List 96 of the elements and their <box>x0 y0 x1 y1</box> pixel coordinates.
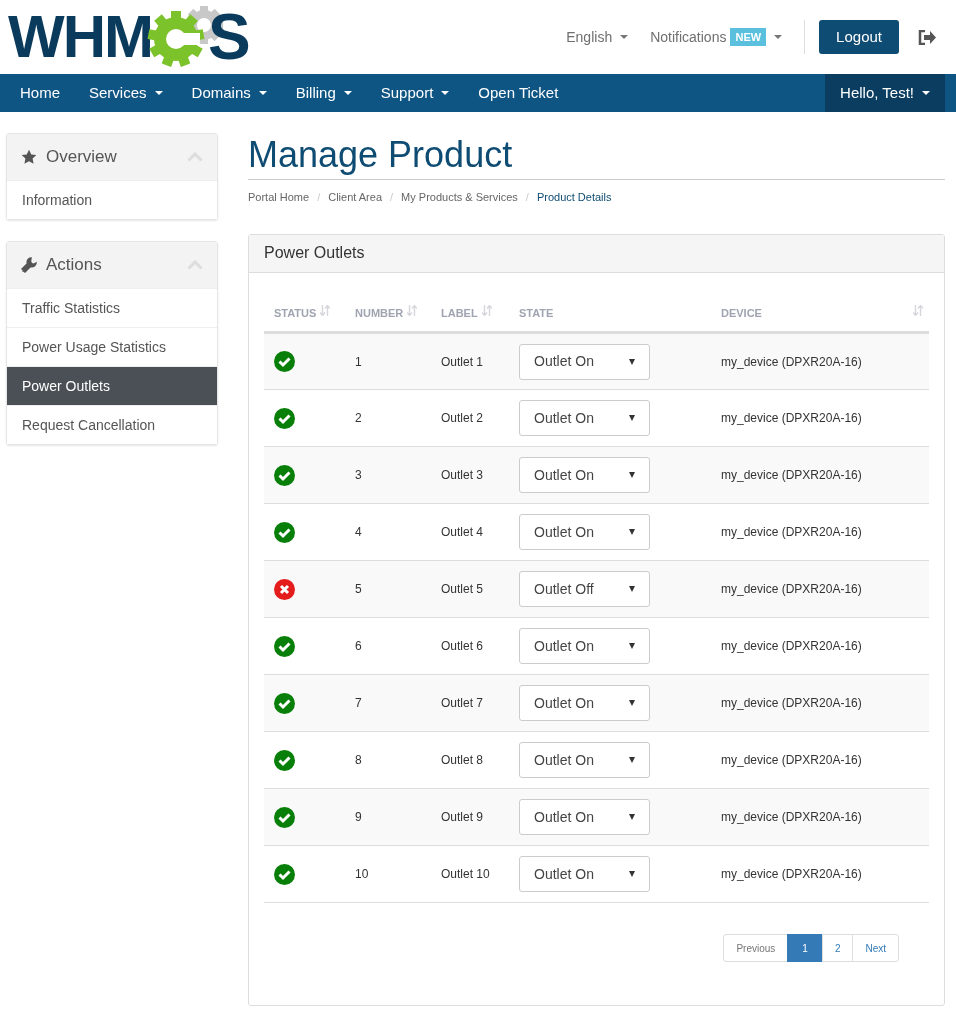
nav-link[interactable]: Billing <box>283 74 364 112</box>
breadcrumb-link[interactable]: Client Area <box>328 189 382 206</box>
pagination-button[interactable]: 1 <box>787 934 823 962</box>
state-select[interactable]: Outlet On <box>519 457 650 493</box>
outlet-label: Outlet 10 <box>441 867 490 881</box>
top-menu-link[interactable]: English <box>566 26 629 48</box>
outlet-number: 3 <box>355 468 362 482</box>
sort-icon <box>913 304 923 316</box>
logout-icon[interactable] <box>918 29 936 45</box>
outlet-number: 1 <box>355 354 362 369</box>
sidebar-panel-title: Actions <box>46 254 102 277</box>
sort-icon <box>407 304 418 316</box>
state-select[interactable]: Outlet On <box>519 799 650 835</box>
state-select[interactable]: Outlet On <box>519 514 650 550</box>
state-select[interactable]: Outlet On <box>519 685 650 721</box>
user-menu[interactable]: Hello, Test! <box>825 74 945 112</box>
caret-icon <box>629 871 635 877</box>
caret-icon <box>441 91 450 95</box>
outlet-number: 9 <box>355 810 362 824</box>
caret-icon <box>629 757 635 763</box>
page-title: Manage Product <box>248 133 945 180</box>
caret-icon <box>258 91 267 95</box>
outlet-number: 4 <box>355 525 362 539</box>
outlet-number: 8 <box>355 753 362 767</box>
outlet-number: 10 <box>355 867 369 881</box>
sort-icon <box>481 304 492 316</box>
pagination-button[interactable]: Previous <box>723 934 789 962</box>
caret-icon <box>629 415 635 421</box>
device-name: my_device (DPXR20A-16) <box>721 696 862 710</box>
state-select[interactable]: Outlet On <box>519 856 650 892</box>
caret-icon <box>774 35 783 39</box>
state-select[interactable]: Outlet On <box>519 400 650 436</box>
caret-icon <box>922 91 930 95</box>
logout-button[interactable]: Logout <box>819 20 899 54</box>
device-name: my_device (DPXR20A-16) <box>721 468 862 482</box>
sidebar-item[interactable]: Information <box>7 180 217 219</box>
outlet-label: Outlet 9 <box>441 810 484 824</box>
sidebar-panel-title: Overview <box>46 146 117 169</box>
caret-icon <box>620 35 629 39</box>
device-name: my_device (DPXR20A-16) <box>721 411 862 425</box>
panel-title: Power Outlets <box>264 243 365 263</box>
state-select[interactable]: Outlet On <box>519 628 650 664</box>
caret-icon <box>154 91 163 95</box>
outlet-label: Outlet 1 <box>441 354 484 369</box>
outlet-number: 5 <box>355 582 362 596</box>
outlet-label: Outlet 8 <box>441 753 484 767</box>
sidebar-item[interactable]: Power Usage Statistics <box>7 327 217 366</box>
caret-icon <box>629 529 635 535</box>
outlet-label: Outlet 4 <box>441 525 484 539</box>
star-icon <box>21 149 37 165</box>
nav-link[interactable]: Open Ticket <box>466 74 571 112</box>
caret-icon <box>629 472 635 478</box>
sort-icon <box>320 304 331 316</box>
nav-link[interactable]: Domains <box>179 74 279 112</box>
outlet-label: Outlet 2 <box>441 411 484 425</box>
device-name: my_device (DPXR20A-16) <box>721 582 862 596</box>
nav-link[interactable]: Home <box>8 74 72 112</box>
state-select[interactable]: Outlet Off <box>519 571 650 607</box>
device-name: my_device (DPXR20A-16) <box>721 525 862 539</box>
nav-link[interactable]: Services <box>77 74 175 112</box>
logo-text: S <box>207 9 251 65</box>
outlet-label: Outlet 7 <box>441 696 484 710</box>
device-name: my_device (DPXR20A-16) <box>721 810 862 824</box>
sidebar-item[interactable]: Traffic Statistics <box>7 288 217 327</box>
pagination-button[interactable]: 2 <box>821 934 854 962</box>
outlet-label: Outlet 6 <box>441 639 484 653</box>
caret-icon <box>629 643 635 649</box>
nav-link[interactable]: Support <box>368 74 462 112</box>
caret-icon <box>629 586 635 592</box>
sidebar-item[interactable]: Power Outlets <box>7 366 217 405</box>
outlet-label: Outlet 3 <box>441 468 484 482</box>
breadcrumb-separator: / <box>390 190 394 205</box>
logo-text: WHM <box>8 9 152 65</box>
breadcrumb-link[interactable]: Portal Home <box>248 189 310 206</box>
new-badge: NEW <box>730 27 767 47</box>
caret-icon <box>343 91 352 95</box>
outlet-label: Outlet 5 <box>441 582 484 596</box>
state-select[interactable]: Outlet On <box>519 742 650 778</box>
device-name: my_device (DPXR20A-16) <box>721 354 862 369</box>
breadcrumb-separator: / <box>317 190 321 205</box>
caret-icon <box>629 358 635 365</box>
outlet-number: 7 <box>355 696 362 710</box>
caret-icon <box>629 814 635 820</box>
wrench-icon <box>21 257 37 273</box>
device-name: my_device (DPXR20A-16) <box>721 867 862 881</box>
top-menu-link[interactable]: Notifications NEW <box>650 26 783 48</box>
device-name: my_device (DPXR20A-16) <box>721 753 862 767</box>
pagination-button[interactable]: Next <box>852 934 899 962</box>
breadcrumb-link[interactable]: My Products & Services <box>401 189 518 206</box>
outlet-number: 2 <box>355 411 362 425</box>
sidebar-item[interactable]: Request Cancellation <box>7 405 217 444</box>
breadcrumb-separator: / <box>525 190 529 205</box>
caret-icon <box>629 700 635 706</box>
state-select[interactable]: Outlet On <box>519 343 650 380</box>
device-name: my_device (DPXR20A-16) <box>721 639 862 653</box>
outlet-number: 6 <box>355 639 362 653</box>
